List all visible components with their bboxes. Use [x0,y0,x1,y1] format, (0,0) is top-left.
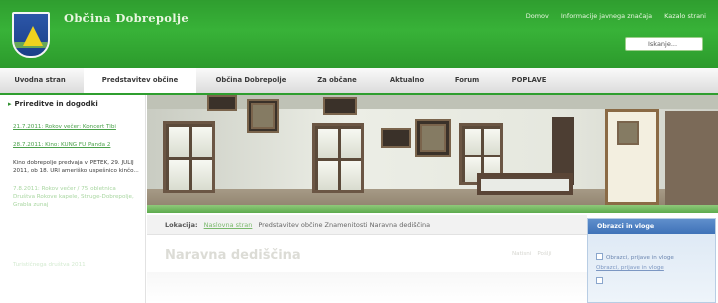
breadcrumb-current: Predstavitev občine Znamenitosti Naravna… [258,221,431,229]
print-link[interactable]: Natisni [512,251,531,257]
document-icon [596,253,603,260]
top-link-sitemap[interactable]: Kazalo strani [664,12,706,20]
municipality-crest-icon[interactable] [12,12,50,58]
send-link[interactable]: Pošlji [537,251,551,257]
news-item-description: Kino dobrepolje predvaja v PETEK, 29. JU… [13,160,139,174]
news-item[interactable]: 28.7.2011: Kino: KUNG FU Panda 2 [13,141,139,149]
content-area [147,272,587,303]
sidebar-title: Prireditve in dogodki [14,100,98,108]
site-title[interactable]: Občina Dobrepolje [64,11,189,25]
breadcrumb-label: Lokacija: [165,221,198,229]
top-link-public-info[interactable]: Informacije javnega značaja [561,12,652,20]
forms-item[interactable]: Obrazci, prijave in vloge [596,253,674,261]
forms-box-title: Obrazci in vloge [588,219,715,234]
forms-item-label: Obrazci, prijave in vloge [606,255,674,261]
news-item[interactable]: 21.7.2011: Rokov večer: Koncert Tibi [13,123,139,131]
news-item[interactable]: 7.8.2011: Rokov večer / 75 obletnica Dru… [13,185,139,209]
top-link-home[interactable]: Domov [526,12,549,20]
page-tools: Natisni Pošlji [512,251,552,257]
document-icon [596,277,603,284]
nav-item-news[interactable]: Aktualno [374,68,440,93]
nav-item-citizens[interactable]: Za občane [304,68,370,93]
breadcrumb: Lokacija: Naslovna stran Predstavitev obči… [147,215,587,235]
page-title: Naravna dediščina [165,248,301,263]
search-input[interactable]: Iskanje... [625,37,703,51]
top-links: Domov Informacije javnega značaja Kazalo… [526,12,706,20]
chevron-right-icon: ▸ [8,100,12,108]
forms-item[interactable] [596,277,606,285]
breadcrumb-home-link[interactable]: Naslovna stran [204,221,253,229]
nav-item-floods[interactable]: POPLAVE [494,68,564,93]
news-item[interactable]: Turističnega društva 2011 [13,261,139,269]
forms-box: Obrazci in vloge Obrazci, prijave in vlo… [587,218,716,303]
main-nav: Uvodna stran Predstavitev občine Občina … [0,68,718,95]
sidebar-heading: ▸ Prireditve in dogodki [8,100,98,108]
nav-item-home[interactable]: Uvodna stran [0,68,80,93]
site-header: Občina Dobrepolje Domov Informacije javn… [0,0,718,68]
nav-item-presentation[interactable]: Predstavitev občine [84,68,196,93]
events-sidebar: ▸ Prireditve in dogodki 21.7.2011: Rokov … [0,95,146,303]
nav-item-forum[interactable]: Forum [444,68,490,93]
banner-photo [147,95,718,213]
forms-item-link[interactable]: Obrazci, prijave in vloge [596,265,664,271]
nav-item-municipality[interactable]: Občina Dobrepolje [202,68,300,93]
